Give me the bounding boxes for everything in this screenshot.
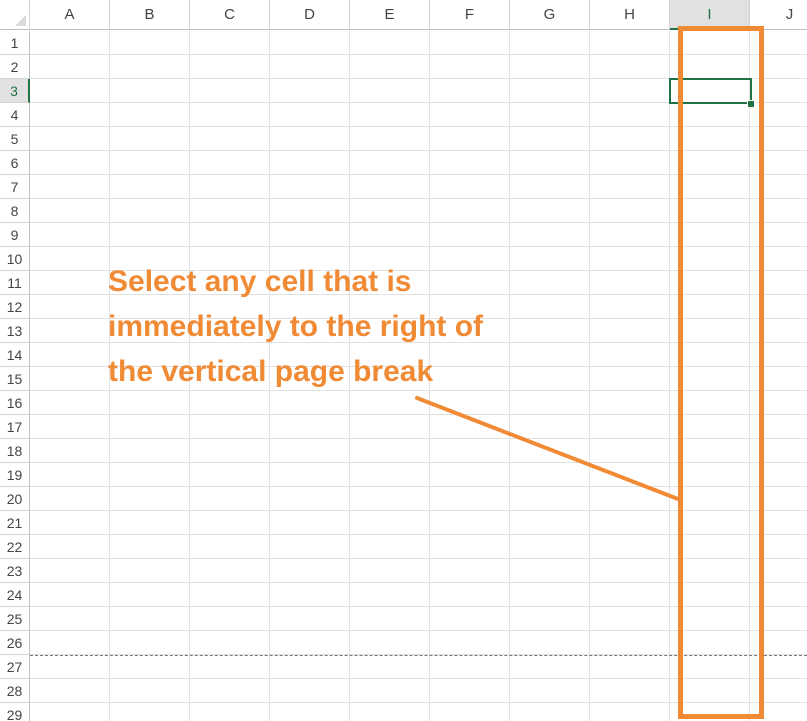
annotation-line-1: Select any cell that is — [108, 265, 412, 298]
instruction-annotation: Select any cell that is immediately to t… — [108, 259, 578, 394]
annotation-line-3: the vertical page break — [108, 355, 434, 388]
annotation-line-2: immediately to the right of — [108, 310, 484, 343]
